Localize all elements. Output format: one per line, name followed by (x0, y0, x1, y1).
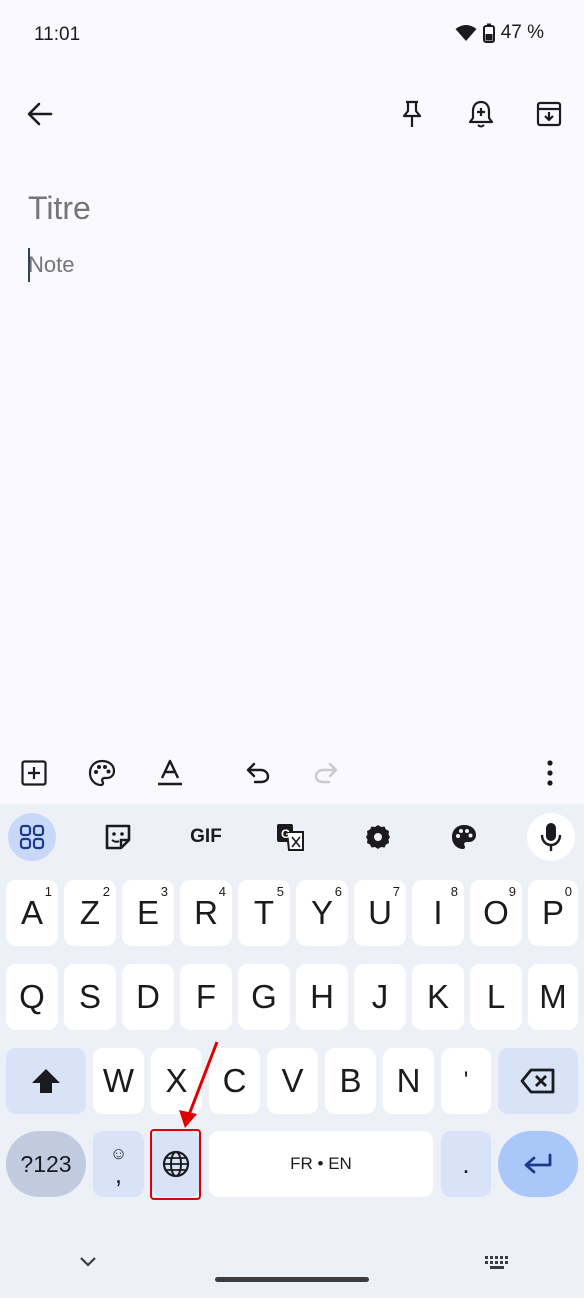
gif-button[interactable]: GIF (178, 813, 234, 861)
keyboard-icon[interactable] (484, 1254, 510, 1272)
pin-icon (402, 100, 422, 127)
status-time: 11:01 (34, 24, 81, 45)
language-key-highlight (150, 1129, 201, 1200)
space-key[interactable]: FR • EN (209, 1131, 433, 1197)
shift-key[interactable] (6, 1048, 86, 1114)
add-alert-icon (468, 100, 494, 128)
key-z[interactable]: Z2 (64, 880, 116, 946)
archive-button[interactable] (525, 90, 573, 138)
translate-button[interactable]: G (266, 813, 314, 861)
symbols-key[interactable]: ?123 (6, 1131, 86, 1197)
key-w[interactable]: W (93, 1048, 144, 1114)
text-format-icon (158, 759, 182, 786)
translate-icon: G (277, 824, 304, 851)
annotation-arrow-icon (179, 1041, 219, 1128)
key-m[interactable]: M (528, 964, 578, 1030)
undo-button[interactable] (235, 750, 281, 796)
key-apostrophe[interactable]: ' (441, 1048, 491, 1114)
reminder-button[interactable] (457, 90, 505, 138)
backspace-key[interactable] (498, 1048, 578, 1114)
chevron-down-icon[interactable] (78, 1254, 98, 1270)
key-f[interactable]: F (180, 964, 232, 1030)
key-p[interactable]: P0 (528, 880, 578, 946)
sticker-icon (105, 824, 131, 850)
home-handle[interactable] (215, 1277, 369, 1282)
text-cursor (28, 248, 30, 282)
archive-icon (536, 101, 562, 127)
background-color-button[interactable] (79, 750, 125, 796)
more-vert-icon (547, 760, 553, 786)
add-box-icon (21, 760, 47, 786)
redo-button[interactable] (303, 750, 349, 796)
keyboard-toolbar: GIF G (0, 804, 584, 870)
key-g[interactable]: G (238, 964, 290, 1030)
voice-input-button[interactable] (527, 813, 575, 861)
undo-icon (246, 762, 270, 784)
gear-icon (366, 825, 390, 849)
key-q[interactable]: Q (6, 964, 58, 1030)
add-button[interactable] (11, 750, 57, 796)
palette-icon (452, 825, 476, 849)
key-h[interactable]: H (296, 964, 348, 1030)
grid-icon (19, 824, 45, 850)
keyboard-settings-button[interactable] (354, 813, 402, 861)
key-k[interactable]: K (412, 964, 464, 1030)
key-y[interactable]: Y6 (296, 880, 348, 946)
sticker-button[interactable] (94, 813, 142, 861)
redo-icon (314, 762, 338, 784)
battery-icon (482, 23, 495, 43)
period-key[interactable]: . (441, 1131, 491, 1197)
keyboard-theme-button[interactable] (440, 813, 488, 861)
comma-label: , (114, 1159, 123, 1189)
status-icons: 47 % (455, 22, 544, 44)
key-b[interactable]: B (325, 1048, 376, 1114)
note-title-field[interactable] (28, 190, 548, 227)
enter-key[interactable] (498, 1131, 578, 1197)
key-r[interactable]: R4 (180, 880, 232, 946)
wifi-icon (455, 25, 477, 41)
key-n[interactable]: N (383, 1048, 434, 1114)
key-o[interactable]: O9 (470, 880, 522, 946)
key-a[interactable]: A1 (6, 880, 58, 946)
note-toolbar (0, 744, 584, 802)
battery-percent: 47 % (500, 22, 544, 43)
status-bar: 11:01 47 % (0, 0, 584, 70)
key-t[interactable]: T5 (238, 880, 290, 946)
svg-text:G: G (281, 827, 290, 841)
key-s[interactable]: S (64, 964, 116, 1030)
key-i[interactable]: I8 (412, 880, 464, 946)
mic-icon (540, 823, 562, 851)
shift-icon (32, 1069, 60, 1093)
backspace-icon (520, 1068, 555, 1094)
key-v[interactable]: V (267, 1048, 318, 1114)
key-d[interactable]: D (122, 964, 174, 1030)
more-options-button[interactable] (527, 750, 573, 796)
pin-button[interactable] (388, 90, 436, 138)
keyboard-apps-button[interactable] (8, 813, 56, 861)
back-button[interactable] (16, 90, 64, 138)
note-body-field[interactable] (28, 252, 548, 278)
gif-label: GIF (190, 826, 222, 847)
text-format-button[interactable] (147, 750, 193, 796)
key-e[interactable]: E3 (122, 880, 174, 946)
key-j[interactable]: J (354, 964, 406, 1030)
enter-icon (524, 1153, 552, 1174)
palette-icon (88, 759, 116, 787)
key-l[interactable]: L (470, 964, 522, 1030)
key-u[interactable]: U7 (354, 880, 406, 946)
emoji-comma-key[interactable]: ☺ , (93, 1131, 144, 1197)
arrow-back-icon (27, 102, 53, 126)
